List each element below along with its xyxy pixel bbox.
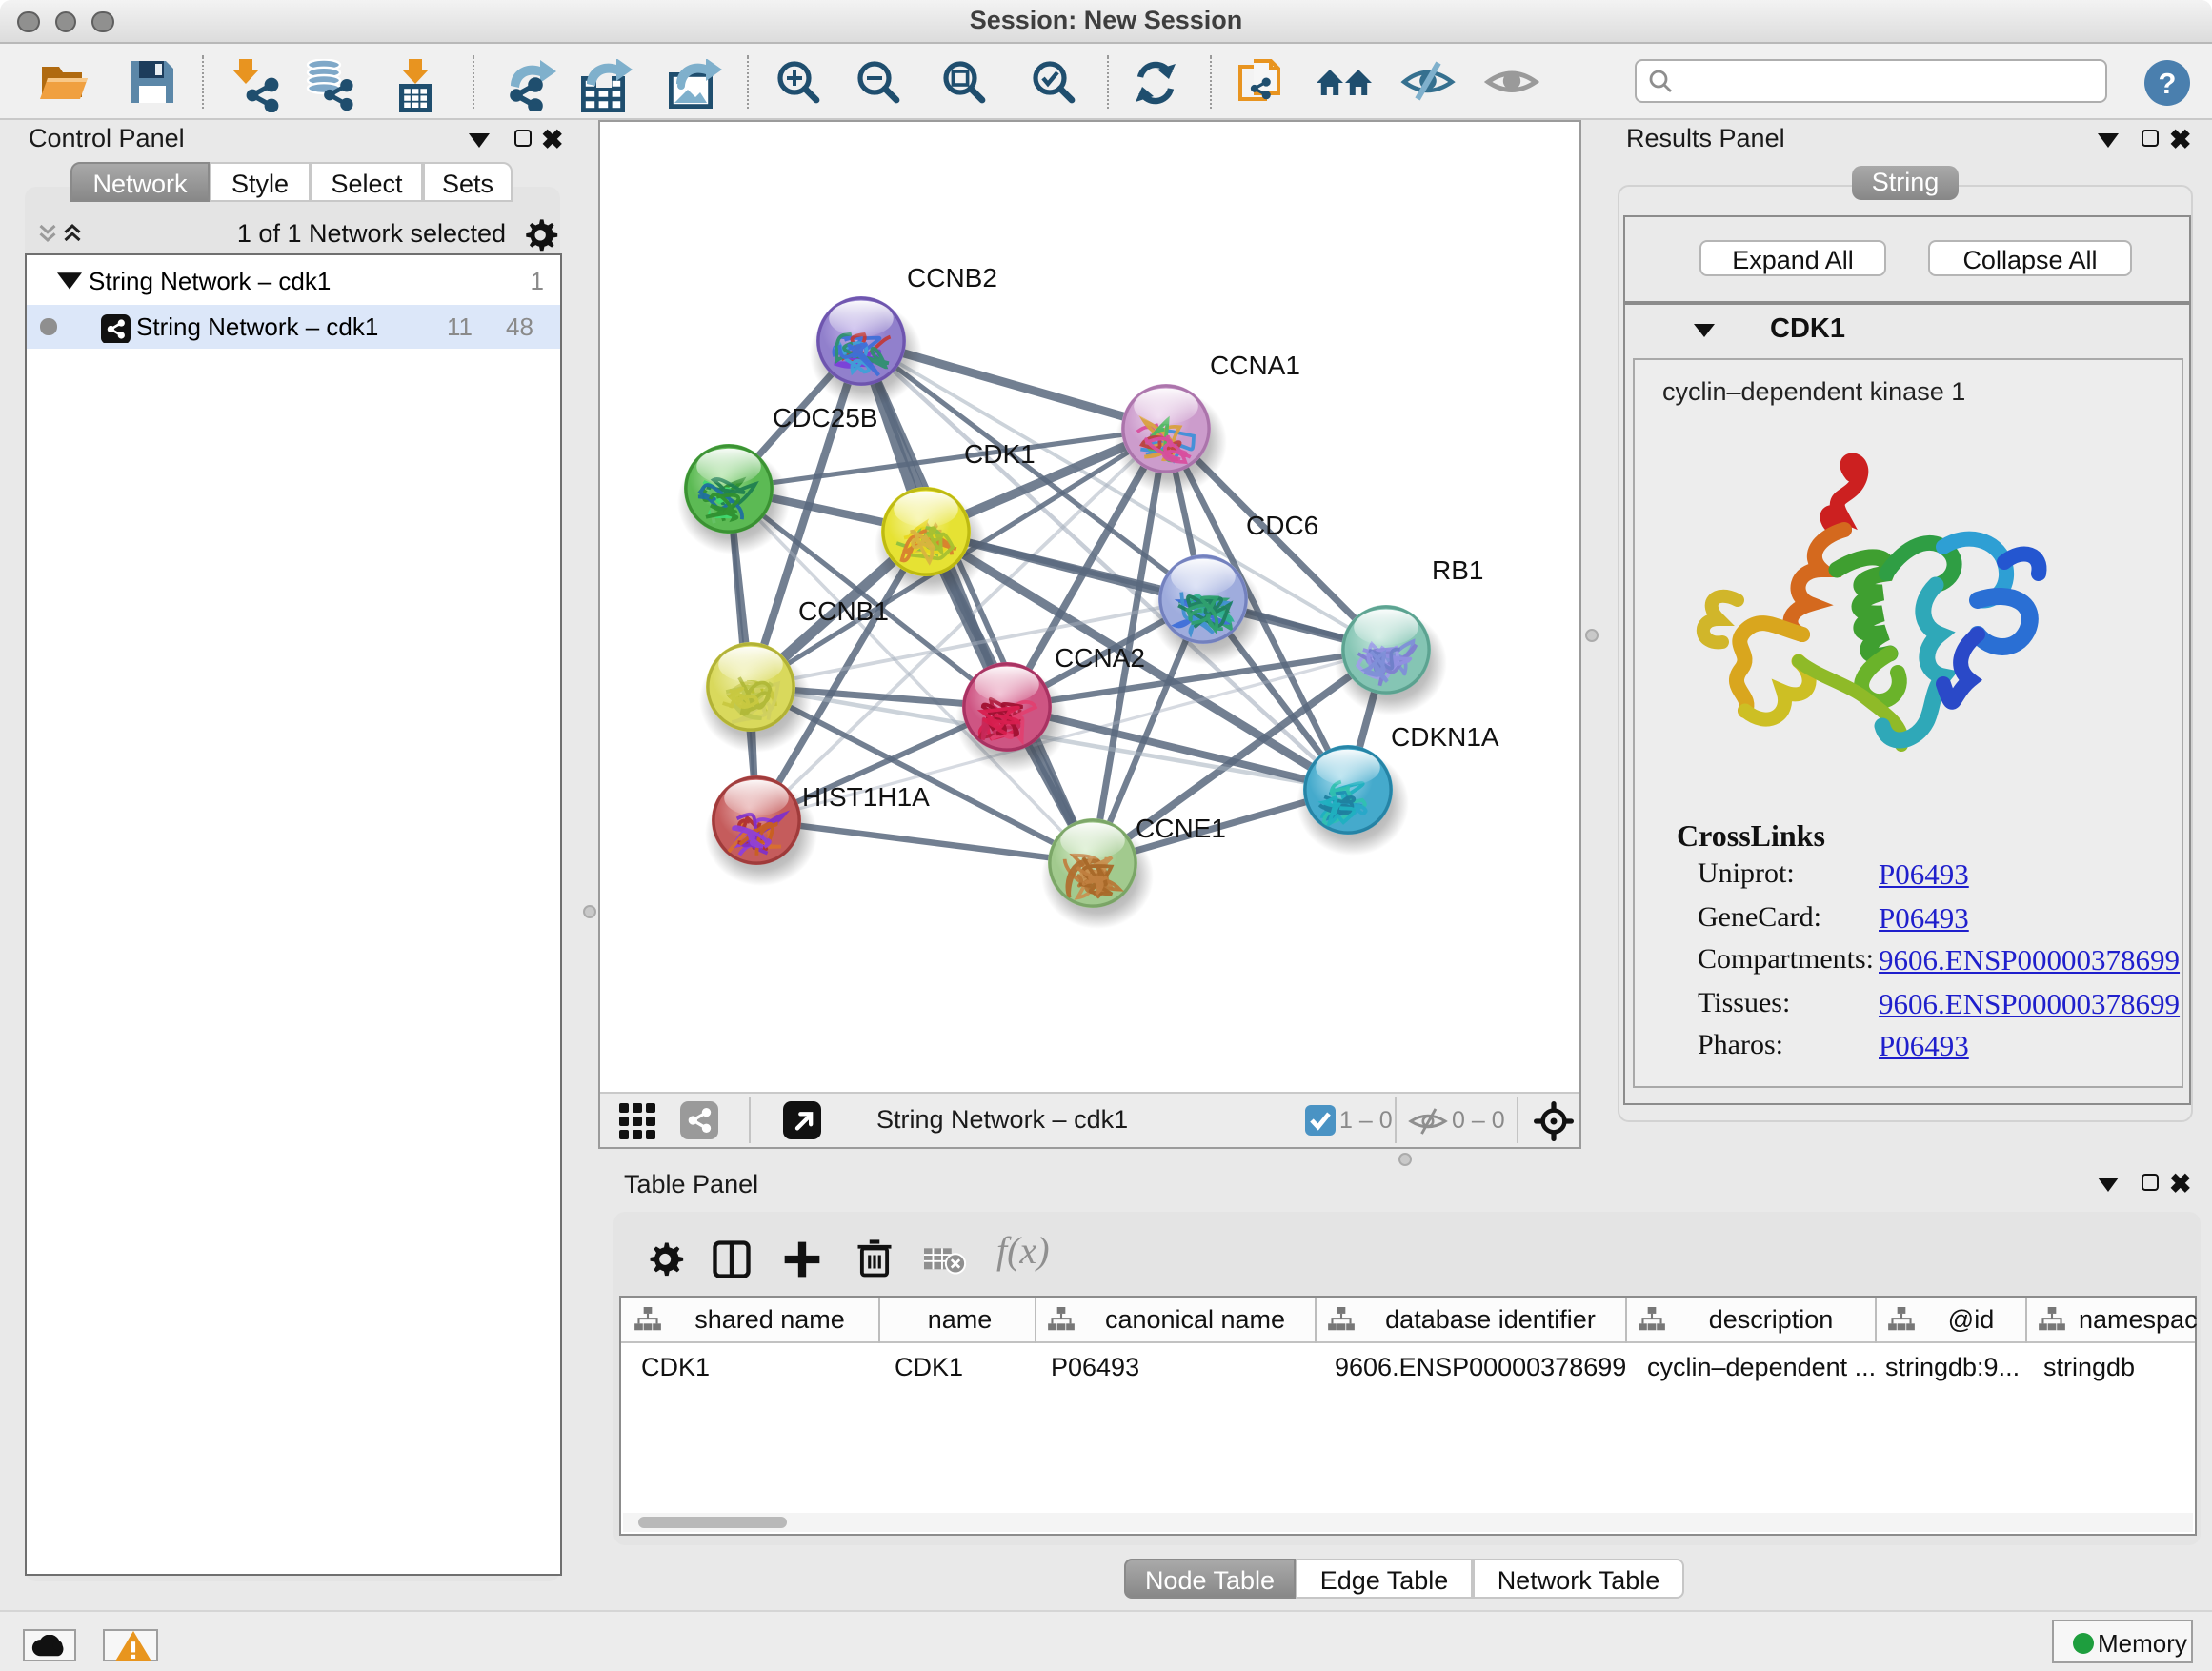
svg-text:RB1: RB1 <box>1432 554 1483 584</box>
svg-text:CCNB1: CCNB1 <box>798 595 889 625</box>
svg-text:CCNA1: CCNA1 <box>1210 350 1300 379</box>
svg-text:CDC6: CDC6 <box>1246 510 1318 539</box>
svg-text:CCNE1: CCNE1 <box>1136 813 1226 842</box>
svg-text:CCNA2: CCNA2 <box>1055 642 1145 672</box>
svg-text:CDKN1A: CDKN1A <box>1391 721 1499 751</box>
svg-text:CDC25B: CDC25B <box>773 402 877 432</box>
svg-text:CCNB2: CCNB2 <box>907 262 997 292</box>
svg-text:HIST1H1A: HIST1H1A <box>802 781 930 811</box>
svg-text:CDK1: CDK1 <box>964 438 1036 468</box>
svg-text:?: ? <box>2159 67 2177 100</box>
